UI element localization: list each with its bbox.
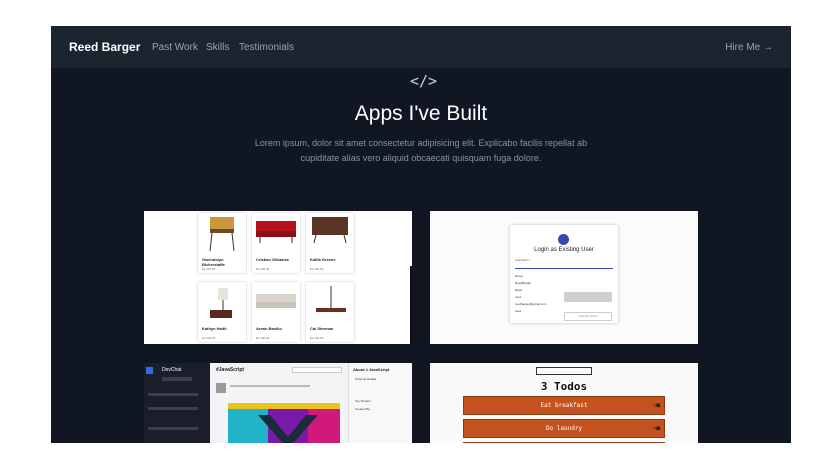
product-price: $1,499.99 xyxy=(202,267,216,271)
table-lamp-image xyxy=(316,286,346,312)
todo-text: Do laundry xyxy=(545,425,583,432)
product-name: Cal Sterman xyxy=(310,326,334,331)
todo-item[interactable]: Eat breakfast ✎■ xyxy=(463,396,665,415)
product-name: Armin Basilio xyxy=(256,326,282,331)
scrollbar[interactable] xyxy=(410,266,412,344)
top-posters[interactable]: Top Posters xyxy=(355,399,371,403)
product-name: Kailla Greene xyxy=(310,257,336,262)
product-name: Gwendolyn Bickerstaffe xyxy=(202,257,225,267)
field-label: Reed xyxy=(515,288,523,292)
product-price: $1,499.99 xyxy=(310,336,324,340)
field-label: ReedBarger xyxy=(515,281,532,285)
chat-details-panel: About # JavaScript Channel Details Top P… xyxy=(348,363,412,443)
channel-row[interactable] xyxy=(148,393,198,396)
edit-delete-icons[interactable]: ✎■ xyxy=(653,420,660,437)
top-navbar: Reed Barger Past Work Skills Testimonial… xyxy=(51,26,791,68)
project-card-login[interactable]: Login as Existing User Username * Name R… xyxy=(430,211,698,344)
product-tile: Armin Basilio $1,499.99 xyxy=(252,282,300,342)
chat-main: #JavaScript xyxy=(210,363,348,443)
workspace-icon xyxy=(146,367,153,374)
channel-details[interactable]: Channel Details xyxy=(355,377,376,381)
sofa-image xyxy=(256,221,296,243)
user-menu[interactable] xyxy=(162,377,192,381)
product-tile: Cal Sterman $1,499.99 xyxy=(306,282,354,342)
password-field[interactable] xyxy=(564,292,612,302)
product-price: $1,499.99 xyxy=(256,336,270,340)
project-card-todos[interactable]: 3 Todos Eat breakfast ✎■ Do laundry ✎■ xyxy=(430,363,698,443)
todo-item[interactable] xyxy=(463,442,665,443)
project-card-shop[interactable]: Gwendolyn Bickerstaffe $1,499.99 Cristia… xyxy=(144,211,412,344)
project-card-chat[interactable]: DevChat #JavaScript About # JavaScript C… xyxy=(144,363,412,443)
browser-window: Reed Barger Past Work Skills Testimonial… xyxy=(51,26,791,443)
todo-count-title: 3 Todos xyxy=(540,380,588,393)
chair-image xyxy=(209,217,235,252)
product-tile: Gwendolyn Bickerstaffe $1,499.99 xyxy=(198,213,246,273)
about-heading: About # JavaScript xyxy=(353,367,390,372)
edit-delete-icons[interactable]: ✎■ xyxy=(653,397,660,414)
lock-icon xyxy=(558,234,569,245)
product-name: Cristian Gilbanks xyxy=(256,257,289,262)
login-form: Login as Existing User Username * Name R… xyxy=(510,225,618,323)
nav-past-work[interactable]: Past Work xyxy=(152,42,198,53)
chat-app-name: DevChat xyxy=(162,367,182,373)
product-name: Kathyn Haith xyxy=(202,326,227,331)
lamp-image xyxy=(210,288,232,318)
cabinet-image xyxy=(312,217,348,244)
field-label: reed xyxy=(515,309,522,313)
channel-row[interactable] xyxy=(148,427,198,430)
username-label: Username * xyxy=(515,258,531,262)
field-label: reed xyxy=(515,295,522,299)
product-price: $1,499.99 xyxy=(202,336,216,340)
chat-sidebar: DevChat xyxy=(144,363,210,443)
channel-row[interactable] xyxy=(148,407,198,410)
todo-item[interactable]: Do laundry ✎■ xyxy=(463,419,665,438)
username-underline xyxy=(515,268,613,269)
code-icon: </> xyxy=(410,72,438,90)
field-label: Name xyxy=(515,274,524,278)
product-tile: Cristian Gilbanks $1,499.99 xyxy=(252,213,300,273)
todo-text: Eat breakfast xyxy=(540,402,588,409)
message-image xyxy=(228,403,340,443)
product-tile: Kailla Greene $1,499.99 xyxy=(306,213,354,273)
couch-image xyxy=(256,294,296,308)
search-messages-input[interactable] xyxy=(292,367,342,373)
brand-logo[interactable]: Reed Barger xyxy=(69,40,140,54)
section-title: Apps I've Built xyxy=(354,102,488,125)
login-title: Login as Existing User xyxy=(534,247,594,253)
product-price: $1,499.99 xyxy=(310,267,324,271)
field-label: reedbarger@email.com xyxy=(515,302,547,306)
product-tile: Kathyn Haith $1,499.99 xyxy=(198,282,246,342)
avatar xyxy=(216,383,226,393)
created-by[interactable]: Created By xyxy=(355,407,370,411)
hire-me-link[interactable]: Hire Me → xyxy=(725,42,773,53)
nav-testimonials[interactable]: Testimonials xyxy=(239,42,294,53)
channel-title: #JavaScript xyxy=(216,367,245,373)
enter-now-button[interactable]: ENTER NOW xyxy=(564,312,612,321)
product-price: $1,499.99 xyxy=(256,267,270,271)
message-line xyxy=(230,385,310,387)
nav-skills[interactable]: Skills xyxy=(206,42,229,53)
todo-input[interactable] xyxy=(536,367,592,375)
section-description: Lorem ipsum, dolor sit amet consectetur … xyxy=(254,138,588,163)
